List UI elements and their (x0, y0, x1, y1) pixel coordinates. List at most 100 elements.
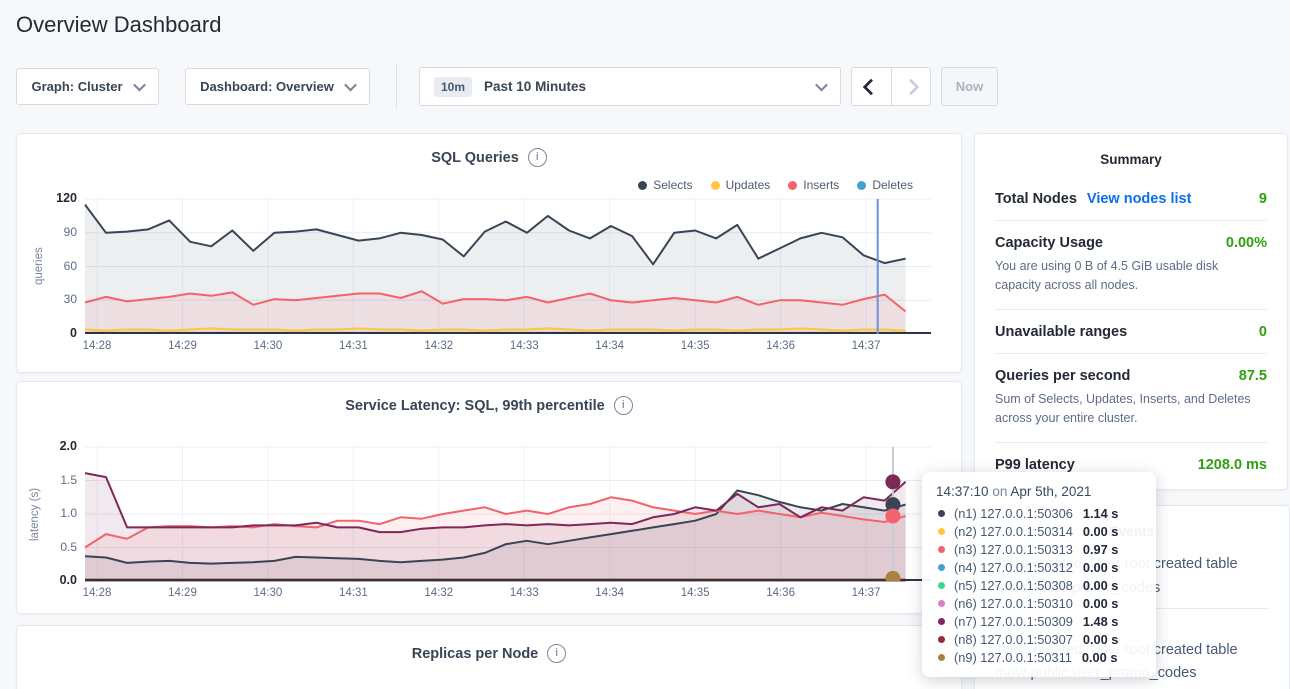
info-icon[interactable]: i (528, 148, 547, 167)
y-axis-tick: 0.5 (33, 540, 77, 554)
now-button[interactable]: Now (941, 67, 998, 106)
legend-label: Inserts (803, 178, 839, 192)
x-axis-tick: 14:36 (759, 587, 803, 599)
node-address: (n2) 127.0.0.1:50314 (954, 524, 1073, 539)
page-title: Overview Dashboard (16, 12, 221, 38)
node-latency-value: 1.14 s (1083, 506, 1119, 521)
time-range-badge: 10m (434, 77, 472, 97)
node-color-dot-icon (938, 618, 945, 625)
x-axis-tick: 14:34 (588, 587, 632, 599)
x-axis-tick: 14:29 (160, 587, 204, 599)
node-color-dot-icon (938, 636, 945, 643)
summary-row-qps: Queries per second 87.5 Sum of Selects, … (995, 353, 1267, 442)
node-address: (n4) 127.0.0.1:50312 (954, 560, 1073, 575)
x-axis-tick: 14:37 (844, 587, 888, 599)
legend-label: Deletes (872, 178, 913, 192)
service-latency-chart[interactable] (85, 447, 931, 581)
node-color-dot-icon (938, 510, 945, 517)
capacity-usage-description: You are using 0 B of 4.5 GiB usable disk… (995, 257, 1267, 296)
node-address: (n7) 127.0.0.1:50309 (954, 614, 1073, 629)
tooltip-timestamp: 14:37:10 on Apr 5th, 2021 (936, 484, 1142, 499)
qps-label: Queries per second (995, 368, 1130, 384)
legend-item[interactable]: Selects (638, 178, 692, 192)
legend-dot-icon (788, 181, 797, 190)
legend-item[interactable]: Inserts (788, 178, 839, 192)
node-address: (n9) 127.0.0.1:50311 (954, 650, 1072, 665)
sql-queries-chart-card: SQL Queries i Selects Updates Inserts Delet… (16, 133, 962, 373)
p99-latency-value: 1208.0 ms (1198, 457, 1267, 473)
y-axis-tick: 30 (33, 292, 77, 306)
info-icon[interactable]: i (547, 644, 566, 663)
node-color-dot-icon (938, 564, 945, 571)
x-axis-tick: 14:35 (673, 340, 717, 352)
sql-queries-chart[interactable] (85, 199, 931, 334)
chart-hover-tooltip: 14:37:10 on Apr 5th, 2021 (n1) 127.0.0.1… (922, 472, 1156, 677)
replicas-per-node-chart-card: Replicas per Node i (16, 625, 962, 689)
node-address: (n5) 127.0.0.1:50308 (954, 578, 1073, 593)
tooltip-node-row: (n8) 127.0.0.1:50307 0.00 s (936, 630, 1142, 648)
tooltip-node-row: (n7) 127.0.0.1:50309 1.48 s (936, 612, 1142, 630)
overview-dashboard-page: Overview Dashboard Graph: Cluster Dashbo… (0, 0, 1290, 689)
x-axis-tick: 14:28 (75, 340, 119, 352)
x-axis-tick: 14:30 (246, 587, 290, 599)
legend-item[interactable]: Updates (711, 178, 771, 192)
tooltip-node-row: (n9) 127.0.0.1:503110.00 s (936, 648, 1142, 666)
y-axis-tick: 90 (33, 225, 77, 239)
node-latency-value: 0.00 s (1083, 578, 1119, 593)
x-axis-tick: 14:33 (502, 587, 546, 599)
node-address: (n3) 127.0.0.1:50313 (954, 542, 1073, 557)
x-axis-tick: 14:35 (673, 587, 717, 599)
legend-label: Updates (726, 178, 771, 192)
node-latency-value: 0.00 s (1083, 632, 1119, 647)
node-color-dot-icon (938, 600, 945, 607)
node-color-dot-icon (938, 546, 945, 553)
tooltip-node-row: (n4) 127.0.0.1:50312 0.00 s (936, 558, 1142, 576)
chevron-down-icon (133, 79, 146, 92)
unavailable-ranges-value: 0 (1259, 324, 1267, 340)
info-icon[interactable]: i (614, 396, 633, 415)
y-axis-tick: 2.0 (33, 439, 77, 453)
dashboard-dropdown[interactable]: Dashboard: Overview (185, 68, 370, 105)
capacity-usage-value: 0.00% (1226, 235, 1267, 251)
total-nodes-value: 9 (1259, 191, 1267, 207)
summary-row-total-nodes: Total Nodes View nodes list 9 (995, 177, 1267, 220)
summary-title: Summary (975, 134, 1287, 167)
legend-dot-icon (711, 181, 720, 190)
capacity-usage-label: Capacity Usage (995, 235, 1103, 251)
y-axis-tick: 120 (33, 191, 77, 205)
legend-item[interactable]: Deletes (857, 178, 913, 192)
time-nav-group (851, 67, 931, 106)
x-axis-tick: 14:31 (331, 587, 375, 599)
summary-row-capacity: Capacity Usage 0.00% You are using 0 B o… (995, 220, 1267, 309)
chevron-right-icon (902, 78, 919, 95)
legend-label: Selects (653, 178, 692, 192)
dashboard-dropdown-label: Dashboard: Overview (200, 79, 334, 94)
x-axis-tick: 14:37 (844, 340, 888, 352)
chart-title: SQL Queries (431, 150, 519, 166)
summary-panel: Summary Total Nodes View nodes list 9 Ca… (974, 133, 1288, 490)
summary-row-unavailable-ranges: Unavailable ranges 0 (995, 309, 1267, 353)
x-axis-tick: 14:31 (331, 340, 375, 352)
node-latency-value: 1.48 s (1083, 614, 1119, 629)
y-axis-tick: 1.0 (33, 506, 77, 520)
next-timeframe-button[interactable] (892, 68, 931, 105)
time-range-selector[interactable]: 10m Past 10 Minutes (419, 67, 841, 106)
node-latency-value: 0.97 s (1083, 542, 1119, 557)
x-axis-tick: 14:30 (246, 340, 290, 352)
node-color-dot-icon (938, 528, 945, 535)
node-address: (n1) 127.0.0.1:50306 (954, 506, 1073, 521)
node-address: (n8) 127.0.0.1:50307 (954, 632, 1073, 647)
qps-value: 87.5 (1239, 368, 1267, 384)
time-range-label: Past 10 Minutes (484, 79, 586, 94)
prev-timeframe-button[interactable] (852, 68, 892, 105)
tooltip-node-row: (n5) 127.0.0.1:50308 0.00 s (936, 576, 1142, 594)
toolbar-divider (396, 64, 397, 108)
unavailable-ranges-label: Unavailable ranges (995, 324, 1127, 340)
x-axis-tick: 14:32 (417, 340, 461, 352)
node-latency-value: 0.00 s (1083, 560, 1119, 575)
graph-dropdown[interactable]: Graph: Cluster (16, 68, 159, 105)
chart-legend: Selects Updates Inserts Deletes (638, 178, 913, 192)
view-nodes-list-link[interactable]: View nodes list (1087, 191, 1192, 207)
chart-title: Service Latency: SQL, 99th percentile (345, 398, 605, 414)
tooltip-node-row: (n3) 127.0.0.1:50313 0.97 s (936, 540, 1142, 558)
